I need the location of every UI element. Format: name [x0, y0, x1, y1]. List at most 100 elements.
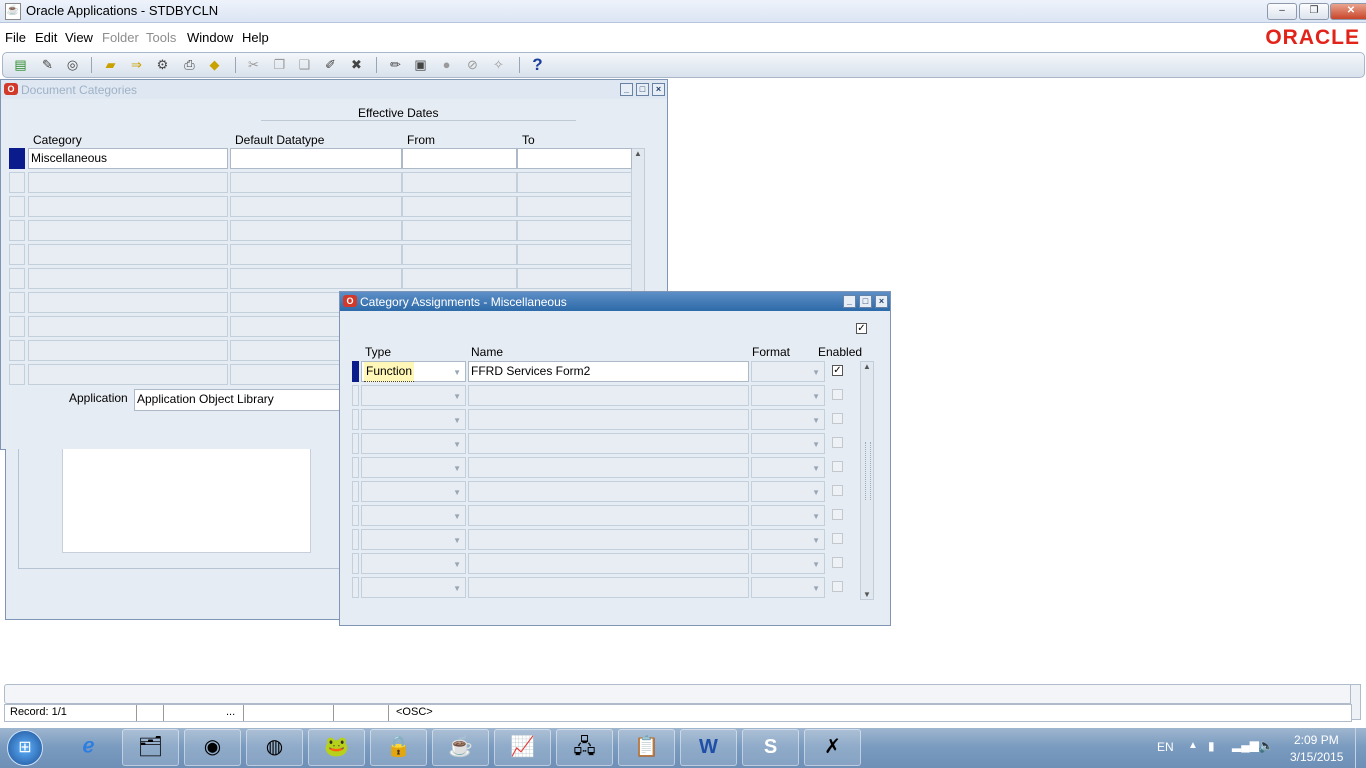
to-cell[interactable] [517, 172, 632, 193]
format-select[interactable]: ▼ [751, 433, 825, 454]
scroll-thumb[interactable] [865, 442, 871, 500]
chevron-down-icon[interactable]: ▼ [812, 410, 820, 431]
chevron-down-icon[interactable]: ▼ [453, 506, 461, 527]
name-field[interactable] [468, 529, 749, 550]
from-cell[interactable] [402, 196, 517, 217]
enabled-checkbox[interactable] [832, 509, 843, 520]
show-desktop-button[interactable] [1355, 728, 1366, 768]
window-close-button[interactable]: × [875, 295, 888, 308]
category-cell[interactable] [28, 268, 228, 289]
copy-icon[interactable]: ❐ [271, 57, 288, 73]
record-indicator[interactable] [352, 553, 359, 574]
to-cell[interactable] [517, 220, 632, 241]
tray-expand-icon[interactable]: ▲ [1188, 740, 1198, 751]
paste-icon[interactable]: ❑ [296, 57, 313, 73]
chevron-down-icon[interactable]: ▼ [812, 554, 820, 575]
category-cell[interactable] [28, 244, 228, 265]
window-maximize-button[interactable]: □ [859, 295, 872, 308]
record-indicator[interactable] [9, 316, 25, 337]
chevron-down-icon[interactable]: ▼ [453, 386, 461, 407]
scroll-up-icon[interactable]: ▲ [861, 362, 873, 371]
firefox-icon[interactable]: ◉ [184, 729, 241, 766]
format-select[interactable]: ▼ [751, 553, 825, 574]
record-indicator[interactable] [352, 433, 359, 454]
format-select[interactable]: ▼ [751, 385, 825, 406]
enabled-checkbox[interactable] [832, 557, 843, 568]
type-select[interactable]: ▼ [361, 433, 466, 454]
to-cell[interactable] [517, 148, 632, 169]
category-cell[interactable] [28, 172, 228, 193]
chevron-down-icon[interactable]: ▼ [812, 386, 820, 407]
application-field[interactable]: Application Object Library [134, 389, 344, 411]
find-icon[interactable]: ✎ [39, 57, 56, 73]
chevron-down-icon[interactable]: ▼ [453, 362, 461, 383]
name-field[interactable] [468, 577, 749, 598]
name-field[interactable] [468, 481, 749, 502]
record-indicator[interactable] [352, 529, 359, 550]
category-cell[interactable] [28, 340, 228, 361]
app-icon[interactable]: ✗ [804, 729, 861, 766]
menu-file[interactable]: File [5, 30, 26, 45]
record-indicator[interactable] [9, 220, 25, 241]
datatype-cell[interactable] [230, 148, 402, 169]
menu-help[interactable]: Help [242, 30, 269, 45]
category-cell[interactable] [28, 220, 228, 241]
type-select[interactable]: ▼ [361, 385, 466, 406]
record-indicator[interactable] [9, 364, 25, 385]
minimize-button[interactable]: – [1267, 3, 1297, 20]
clear-record-icon[interactable]: ✐ [322, 57, 339, 73]
record-indicator[interactable] [9, 172, 25, 193]
format-select[interactable]: ▼ [751, 577, 825, 598]
new-record-icon[interactable]: ▤ [12, 57, 29, 73]
to-cell[interactable] [517, 196, 632, 217]
window-minimize-button[interactable]: _ [620, 83, 633, 96]
from-cell[interactable] [402, 172, 517, 193]
enabled-checkbox[interactable] [832, 389, 843, 400]
chevron-down-icon[interactable]: ▼ [812, 578, 820, 599]
from-cell[interactable] [402, 244, 517, 265]
chevron-down-icon[interactable]: ▼ [453, 554, 461, 575]
to-cell[interactable] [517, 268, 632, 289]
chevron-down-icon[interactable]: ▼ [453, 458, 461, 479]
record-indicator[interactable] [9, 244, 25, 265]
enabled-checkbox[interactable] [832, 533, 843, 544]
chevron-down-icon[interactable]: ▼ [453, 482, 461, 503]
format-select[interactable]: ▼ [751, 361, 825, 382]
attachments-icon[interactable]: ⊘ [464, 57, 481, 73]
record-indicator[interactable] [352, 505, 359, 526]
remote-access-icon[interactable]: 🔒 [370, 729, 427, 766]
zoom-icon[interactable]: ▣ [412, 57, 429, 73]
from-cell[interactable] [402, 148, 517, 169]
format-select[interactable]: ▼ [751, 505, 825, 526]
chevron-down-icon[interactable]: ▼ [812, 362, 820, 383]
enabled-checkbox[interactable] [832, 485, 843, 496]
record-indicator[interactable] [352, 409, 359, 430]
type-select[interactable]: ▼ [361, 553, 466, 574]
chevron-down-icon[interactable]: ▼ [453, 434, 461, 455]
chevron-down-icon[interactable]: ▼ [812, 482, 820, 503]
name-field[interactable] [468, 457, 749, 478]
toad-icon[interactable]: 🐸 [308, 729, 365, 766]
category-cell[interactable] [28, 364, 228, 385]
category-cell[interactable]: Miscellaneous [28, 148, 228, 169]
java-icon[interactable]: ☕ [432, 729, 489, 766]
record-indicator[interactable] [352, 361, 359, 382]
from-cell[interactable] [402, 220, 517, 241]
record-indicator[interactable] [9, 148, 25, 169]
delete-record-icon[interactable]: ✖ [348, 57, 365, 73]
enabled-checkbox[interactable] [832, 461, 843, 472]
type-select[interactable]: ▼ [361, 457, 466, 478]
datatype-cell[interactable] [230, 172, 402, 193]
datatype-cell[interactable] [230, 196, 402, 217]
category-cell[interactable] [28, 292, 228, 313]
close-form-icon[interactable]: ◆ [206, 57, 223, 73]
restore-button[interactable]: ❐ [1299, 3, 1329, 20]
name-field[interactable] [468, 385, 749, 406]
scroll-down-icon[interactable]: ▼ [861, 590, 873, 599]
name-field[interactable] [468, 409, 749, 430]
type-select[interactable]: ▼ [361, 577, 466, 598]
record-indicator[interactable] [9, 340, 25, 361]
save-icon[interactable]: ▰ [102, 57, 119, 73]
record-indicator[interactable] [352, 385, 359, 406]
type-select[interactable]: ▼ [361, 481, 466, 502]
